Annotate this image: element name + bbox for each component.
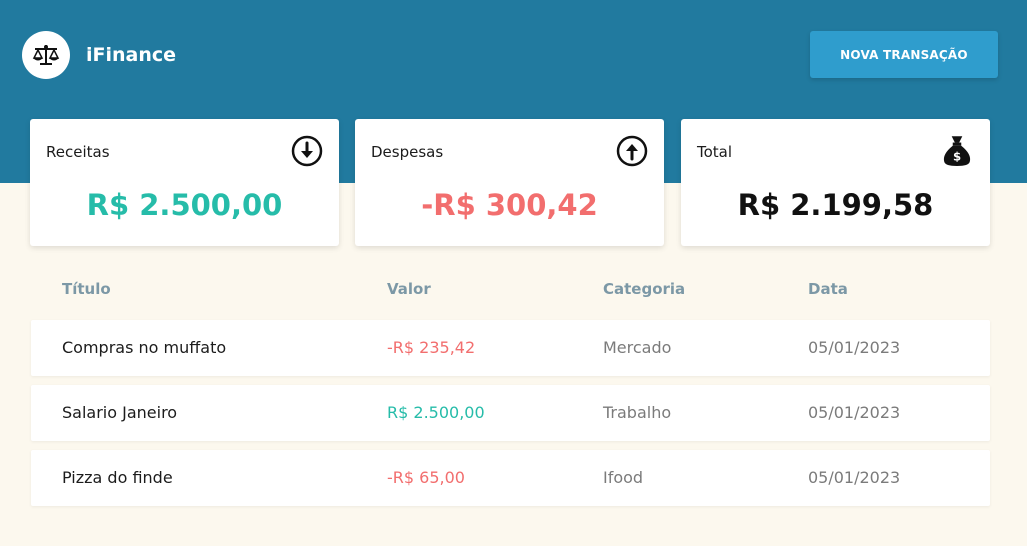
scale-icon xyxy=(22,31,70,79)
column-date: Data xyxy=(808,280,848,298)
income-card: Receitas R$ 2.500,00 xyxy=(30,119,339,246)
arrow-down-circle-icon xyxy=(291,135,323,167)
transaction-title: Compras no muffato xyxy=(62,338,227,357)
transaction-value: -R$ 65,00 xyxy=(387,468,465,487)
expenses-card: Despesas -R$ 300,42 xyxy=(355,119,664,246)
money-bag-icon: $ xyxy=(943,136,971,166)
table-header: Título Valor Categoria Data xyxy=(0,280,1027,304)
new-transaction-button[interactable]: NOVA TRANSAÇÃO xyxy=(810,31,998,78)
total-card: Total $ R$ 2.199,58 xyxy=(681,119,990,246)
transaction-title: Salario Janeiro xyxy=(62,403,178,422)
brand[interactable]: iFinance xyxy=(22,31,176,79)
column-value: Valor xyxy=(387,280,431,298)
expenses-label: Despesas xyxy=(371,143,444,161)
column-title: Título xyxy=(62,280,111,298)
transaction-date: 05/01/2023 xyxy=(808,468,901,487)
table-row[interactable]: Salario Janeiro R$ 2.500,00 Trabalho 05/… xyxy=(31,385,990,441)
table-row[interactable]: Compras no muffato -R$ 235,42 Mercado 05… xyxy=(31,320,990,376)
app-name: iFinance xyxy=(86,44,177,66)
transaction-category: Ifood xyxy=(603,468,644,487)
table-row[interactable]: Pizza do finde -R$ 65,00 Ifood 05/01/202… xyxy=(31,450,990,506)
income-label: Receitas xyxy=(46,143,110,161)
expenses-value: -R$ 300,42 xyxy=(421,188,598,222)
transaction-value: -R$ 235,42 xyxy=(387,338,476,357)
total-value: R$ 2.199,58 xyxy=(737,188,934,222)
transaction-value: R$ 2.500,00 xyxy=(387,403,485,422)
transaction-category: Mercado xyxy=(603,338,672,357)
transaction-date: 05/01/2023 xyxy=(808,338,901,357)
column-category: Categoria xyxy=(603,280,686,298)
income-value: R$ 2.500,00 xyxy=(86,188,283,222)
transaction-category: Trabalho xyxy=(603,403,672,422)
transaction-date: 05/01/2023 xyxy=(808,403,901,422)
arrow-up-circle-icon xyxy=(616,135,648,167)
total-label: Total xyxy=(697,143,733,161)
transaction-title: Pizza do finde xyxy=(62,468,173,487)
svg-text:$: $ xyxy=(953,150,961,164)
